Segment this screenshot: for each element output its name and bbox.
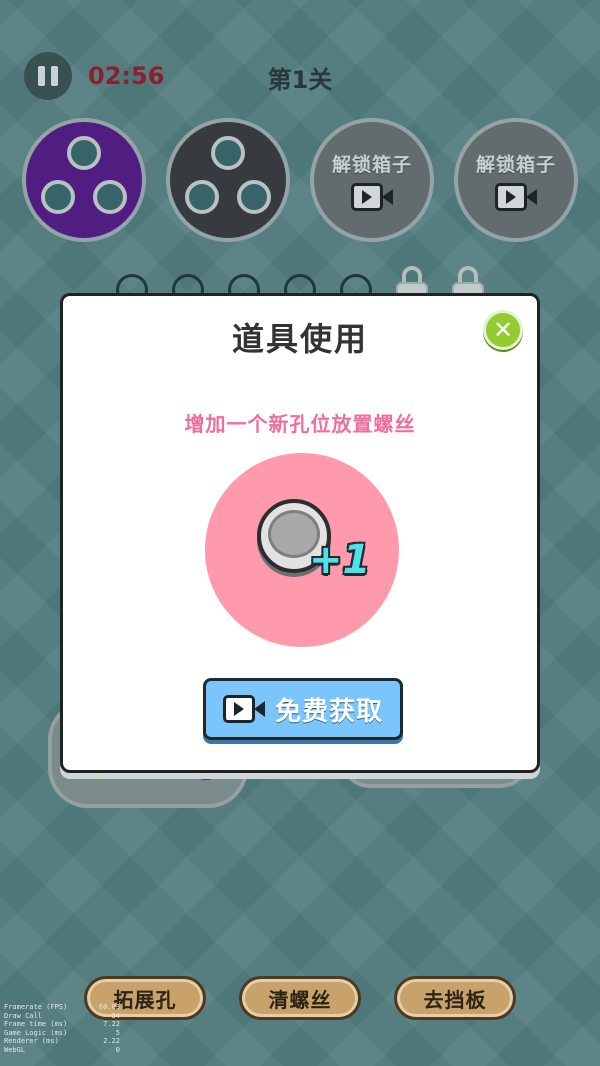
item-use-dialog: 道具使用 ✕ 增加一个新孔位放置螺丝 +1 免费获取 <box>60 293 540 773</box>
stat-row: WebGL 0 <box>4 1045 120 1054</box>
debug-stats: Framerate (FPS) 60.03 Draw Call 34 Frame t… <box>4 1003 120 1055</box>
video-icon <box>222 695 265 723</box>
close-button[interactable]: ✕ <box>483 310 523 350</box>
stat-row: Framerate (FPS) 60.03 <box>4 1003 120 1011</box>
stat-row: Game Logic (ms) 5 <box>4 1028 120 1037</box>
free-get-label: 免费获取 <box>274 696 383 727</box>
dialog-title: 道具使用 <box>231 320 368 358</box>
dialog-description: 增加一个新孔位放置螺丝 <box>184 412 416 436</box>
free-get-button[interactable]: 免费获取 <box>203 678 403 740</box>
clear-screws-button[interactable]: 清螺丝 <box>239 976 361 1020</box>
stat-row: Renderer (ms) 2.22 <box>4 1037 120 1046</box>
plus-one-badge: +1 <box>309 537 371 583</box>
remove-board-button[interactable]: 去挡板 <box>394 976 516 1020</box>
stat-row: Frame time (ms) 7.22 <box>4 1020 120 1029</box>
close-icon: ✕ <box>492 316 514 344</box>
stat-row: Draw Call 34 <box>4 1011 120 1020</box>
item-illustration: +1 <box>205 453 399 647</box>
